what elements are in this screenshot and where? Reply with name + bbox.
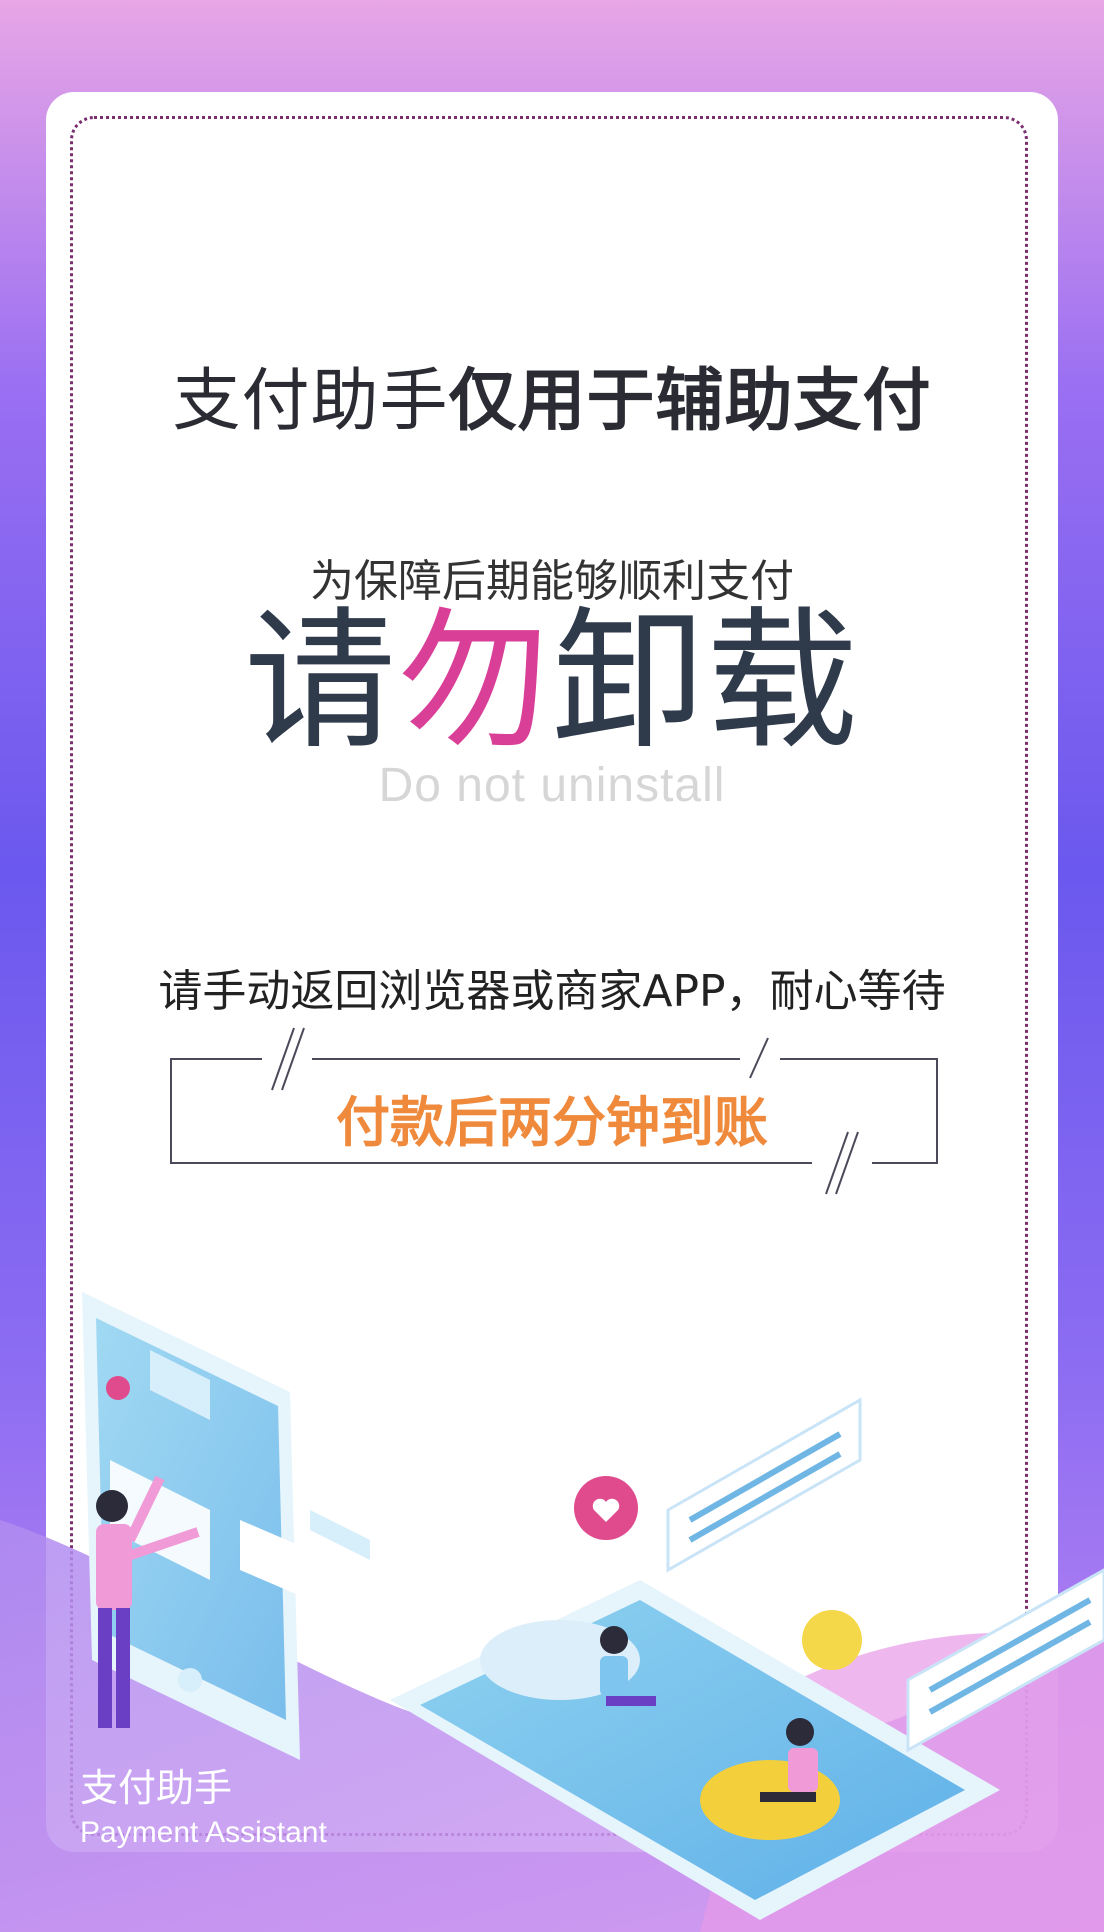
yellow-badge-icon (802, 1610, 862, 1670)
brand-name-zh: 支付助手 (80, 1766, 233, 1810)
brand-name-en: Payment Assistant (80, 1815, 327, 1849)
chat-bubble-icon (666, 1397, 862, 1573)
bottom-illustration (0, 1292, 1104, 1932)
brand-label: 支付助手 Payment Assistant (80, 1766, 327, 1850)
